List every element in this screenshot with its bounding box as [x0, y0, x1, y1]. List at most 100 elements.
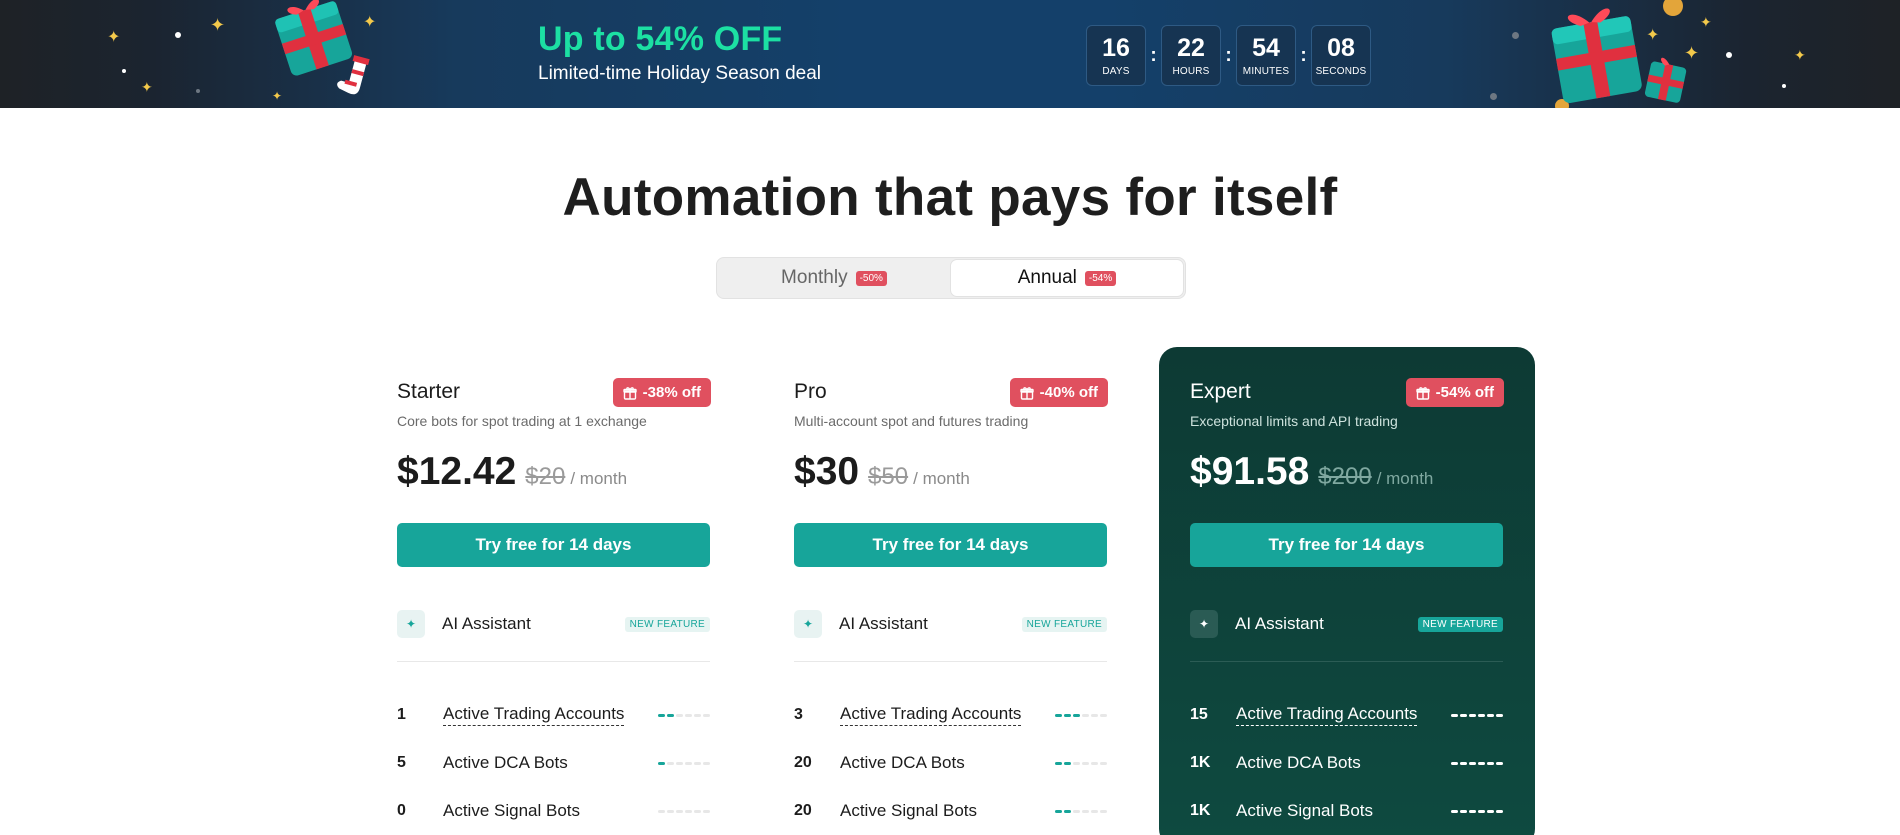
plan-price: $30 $50 / month: [794, 450, 970, 494]
sparkle-dot: [1782, 84, 1786, 88]
feature-level-meter: [1055, 713, 1107, 717]
feature-label-tooltip[interactable]: Active Trading Accounts: [840, 704, 1022, 726]
feature-trading-accounts: 3 Active Trading Accounts: [794, 702, 1107, 728]
level-segment: [1082, 809, 1089, 813]
gift-icon: [1415, 386, 1430, 400]
level-segment: [685, 713, 692, 717]
ai-assistant-label: AI Assistant: [1235, 614, 1324, 633]
new-feature-badge: NEW FEATURE: [1417, 616, 1503, 632]
level-segment: [685, 761, 692, 765]
feature-label: Active Signal Bots: [1236, 801, 1374, 820]
feature-label: Active DCA Bots: [1236, 753, 1361, 772]
holiday-promo-banner[interactable]: ✦ ✦ ✦ ✦ ✦ ✦ ✦ ✦ ✦ Up to 54% OFF Limited-…: [0, 0, 1900, 108]
billing-annual-option[interactable]: Annual -54%: [950, 259, 1184, 297]
level-segment: [1487, 713, 1494, 717]
countdown-timer: 16 DAYS : 22 HOURS : 54 MINUTES : 08 SEC…: [1086, 25, 1371, 86]
level-segment: [1469, 761, 1476, 765]
try-free-button[interactable]: Try free for 14 days: [397, 523, 710, 567]
level-segment: [1451, 809, 1458, 813]
feature-label-tooltip[interactable]: Active Trading Accounts: [1236, 704, 1418, 726]
level-segment: [1100, 809, 1107, 813]
plan-price-original: $200: [1318, 463, 1372, 490]
ai-assistant-label: AI Assistant: [442, 614, 531, 633]
feature-level-meter: [1055, 809, 1107, 813]
feature-count: 3: [794, 706, 803, 723]
level-segment: [676, 713, 683, 717]
sparkle-dot: [122, 69, 126, 73]
plan-description: Multi-account spot and futures trading: [794, 413, 1029, 429]
level-segment: [667, 809, 674, 813]
countdown-separator: :: [1300, 44, 1307, 66]
plan-price-original: $50: [868, 463, 909, 490]
level-segment: [1469, 713, 1476, 717]
countdown-minutes: 54 MINUTES: [1236, 25, 1296, 86]
billing-monthly-option[interactable]: Monthly -50%: [718, 259, 950, 297]
countdown-value: 16: [1102, 33, 1130, 62]
plan-price: $91.58 $200 / month: [1190, 450, 1433, 494]
level-segment: [1460, 713, 1467, 717]
feature-count: 1: [397, 706, 406, 723]
feature-label-tooltip[interactable]: Active Trading Accounts: [443, 704, 625, 726]
sparkle-dot: [175, 32, 181, 38]
feature-label: Active DCA Bots: [840, 753, 965, 772]
ai-assistant-label: AI Assistant: [839, 614, 928, 633]
ai-assistant-feature: ✦ AI Assistant NEW FEATURE: [1190, 609, 1503, 639]
feature-count: 20: [794, 754, 812, 771]
countdown-value: 22: [1177, 33, 1205, 62]
level-segment: [1064, 809, 1071, 813]
level-segment: [694, 761, 701, 765]
sparkle-dot: [196, 89, 200, 93]
feature-level-meter: [1055, 761, 1107, 765]
feature-level-meter: [1451, 713, 1503, 717]
level-segment: [685, 809, 692, 813]
sparkle-dot: [1726, 52, 1732, 58]
countdown-unit: SECONDS: [1315, 65, 1367, 77]
feature-count: 1K: [1190, 754, 1211, 771]
level-segment: [1082, 761, 1089, 765]
level-segment: [658, 809, 665, 813]
sparkle-icon: ✦: [141, 79, 153, 95]
level-segment: [1091, 809, 1098, 813]
level-segment: [1073, 809, 1080, 813]
sparkles-icon: ✦: [794, 610, 822, 638]
billing-annual-label: Annual: [1017, 267, 1077, 288]
sparkle-icon: ✦: [1700, 14, 1712, 30]
sparkle-icon: ✦: [107, 29, 121, 46]
level-segment: [1055, 761, 1062, 765]
level-segment: [703, 713, 710, 717]
feature-count: 0: [397, 802, 406, 819]
level-segment: [703, 761, 710, 765]
level-segment: [703, 809, 710, 813]
level-segment: [1496, 809, 1503, 813]
ai-assistant-feature: ✦ AI Assistant NEW FEATURE: [397, 609, 710, 639]
feature-label: Active DCA Bots: [443, 753, 568, 772]
plan-discount-badge: -38% off: [612, 378, 711, 407]
feature-label: Active Signal Bots: [443, 801, 581, 820]
billing-period-toggle: Monthly -50% Annual -54%: [716, 257, 1186, 299]
plan-price-period: / month: [913, 469, 970, 488]
level-segment: [676, 761, 683, 765]
plan-discount-text: -40% off: [1039, 384, 1098, 401]
feature-signal-bots: 20 Active Signal Bots: [794, 798, 1107, 824]
level-segment: [1064, 713, 1071, 717]
try-free-button[interactable]: Try free for 14 days: [1190, 523, 1503, 567]
sparkles-icon: ✦: [1190, 610, 1218, 638]
feature-count: 1K: [1190, 802, 1211, 819]
plan-price-period: / month: [1376, 469, 1434, 488]
countdown-value: 54: [1252, 33, 1280, 62]
level-segment: [1073, 713, 1080, 717]
feature-dca-bots: 20 Active DCA Bots: [794, 750, 1107, 776]
level-segment: [1100, 761, 1107, 765]
feature-trading-accounts: 15 Active Trading Accounts: [1190, 702, 1503, 728]
ai-assistant-feature: ✦ AI Assistant NEW FEATURE: [794, 609, 1107, 639]
countdown-hours: 22 HOURS: [1161, 25, 1221, 86]
level-segment: [1091, 761, 1098, 765]
plan-name: Starter: [397, 380, 461, 403]
new-feature-badge: NEW FEATURE: [624, 616, 710, 632]
level-segment: [1460, 761, 1467, 765]
level-segment: [676, 809, 683, 813]
plan-card-pro: Pro -40% off Multi-account spot and futu…: [763, 347, 1139, 835]
sparkle-dot: [1490, 93, 1497, 100]
try-free-button[interactable]: Try free for 14 days: [794, 523, 1107, 567]
divider: [794, 661, 1107, 662]
